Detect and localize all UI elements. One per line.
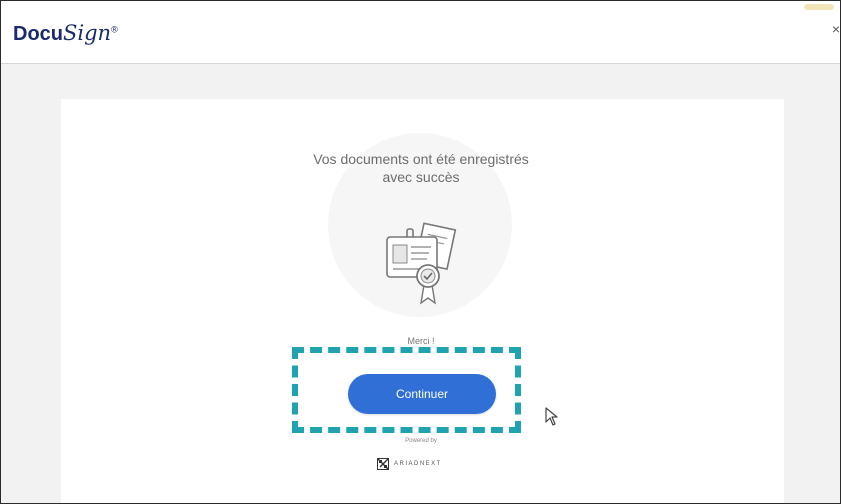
- documents-certificate-icon: [386, 222, 457, 305]
- app-header: DocuSign® ×: [1, 1, 840, 64]
- header-accent: [804, 4, 834, 10]
- close-icon[interactable]: ×: [832, 21, 840, 37]
- powered-by-label: Powered by: [405, 438, 437, 444]
- thank-you-text: Merci !: [407, 336, 435, 346]
- brand-row: ARIADNEXT: [377, 457, 442, 471]
- logo-text-sign: Sign: [63, 21, 112, 45]
- brand-name: ARIADNEXT: [394, 461, 442, 467]
- success-message: Vos documents ont été enregistrés avec s…: [313, 151, 529, 185]
- ariadnext-logo-icon: [377, 458, 389, 470]
- logo-trademark: ®: [111, 24, 118, 35]
- logo-text-docu: Docu: [13, 23, 63, 45]
- docusign-logo: DocuSign®: [13, 21, 118, 46]
- mouse-pointer-icon: [545, 407, 558, 426]
- highlight-annotation: [292, 347, 521, 433]
- window: DocuSign® × Vos documents ont été enregi…: [0, 0, 841, 504]
